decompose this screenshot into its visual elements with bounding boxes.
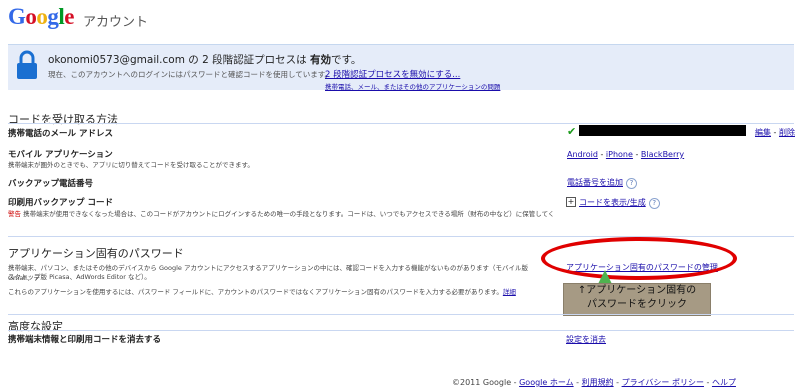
status-message: okonomi0573@gmail.com の 2 段階認証プロセスは 有効です… [48, 54, 362, 66]
help-link[interactable]: ヘルプ [712, 378, 736, 387]
blackberry-link[interactable]: BlackBerry [641, 150, 684, 159]
google-home-link[interactable]: Google ホーム [519, 378, 574, 387]
edit-phone-link[interactable]: 編集 [755, 128, 771, 137]
privacy-link[interactable]: プライバシー ポリシー [622, 378, 704, 387]
details-link[interactable]: 詳細 [503, 288, 516, 296]
status-subtext: 現在、このアカウントへのログインにはパスワードと確認コードを使用しています。 [48, 70, 333, 79]
show-codes-link[interactable]: コードを表示/生成 [579, 198, 646, 207]
backup-phone-label: バックアップ電話番号 [8, 179, 94, 189]
app-passwords-section-title: アプリケーション固有のパスワード [8, 247, 184, 260]
divider [8, 236, 794, 237]
google-logo[interactable]: Google [8, 4, 74, 32]
printed-codes-desc: 警告 携帯端末が使用できなくなった場合は、このコードがアカウントにログインするた… [8, 210, 553, 218]
iphone-link[interactable]: iPhone [606, 150, 633, 159]
account-header-label: アカウント [83, 15, 149, 30]
account-email: okonomi0573@gmail.com [48, 54, 185, 66]
arrow-up-icon [598, 270, 612, 284]
disable-2sv-link[interactable]: 2 段階認証プロセスを無効にする... [325, 68, 460, 80]
help-icon[interactable]: ? [626, 178, 637, 189]
divider [8, 330, 794, 331]
annotation-circle [541, 237, 737, 280]
android-link[interactable]: Android [567, 150, 598, 159]
printed-codes-label: 印刷用バックアップ コード [8, 198, 113, 208]
delete-phone-link[interactable]: 削除 [779, 128, 795, 137]
plus-icon[interactable]: + [566, 197, 576, 207]
app-passwords-desc-3: これらのアプリケーションを使用するには、パスワード フィールドに、アカウントのパ… [8, 288, 516, 296]
add-phone-link[interactable]: 電話番号を追加 [567, 178, 623, 187]
help-icon[interactable]: ? [648, 198, 660, 209]
footer: ©2011 Google - Google ホーム - 利用規約 - プライバシ… [452, 378, 736, 387]
status-enabled: 有効 [309, 54, 331, 66]
terms-link[interactable]: 利用規約 [582, 378, 614, 387]
device-problems-link[interactable]: 携帯電話、メール、またはその他のアプリケーションの問題 [325, 81, 500, 91]
annotation-note: ↑アプリケーション固有の パスワードをクリック [563, 283, 711, 316]
codes-section-title: コードを受け取る方法 [8, 113, 118, 126]
mobile-app-desc: 携帯端末が圏外のときでも、アプリに切り替えてコードを受け取ることができます。 [8, 161, 254, 169]
clear-settings-link[interactable]: 設定を消去 [566, 334, 606, 345]
clear-settings-label: 携帯端末情報と印刷用コードを消去する [8, 335, 162, 345]
divider [8, 123, 794, 124]
app-passwords-desc-2: スクトップ版 Picasa、AdWords Editor など）。 [8, 273, 151, 281]
lock-icon [17, 50, 37, 79]
divider [8, 314, 794, 315]
sms-label: 携帯電話のメール アドレス [8, 129, 113, 139]
check-icon: ✔ [567, 125, 577, 138]
redacted-phone [579, 125, 746, 136]
advanced-section-title: 高度な設定 [8, 320, 63, 333]
